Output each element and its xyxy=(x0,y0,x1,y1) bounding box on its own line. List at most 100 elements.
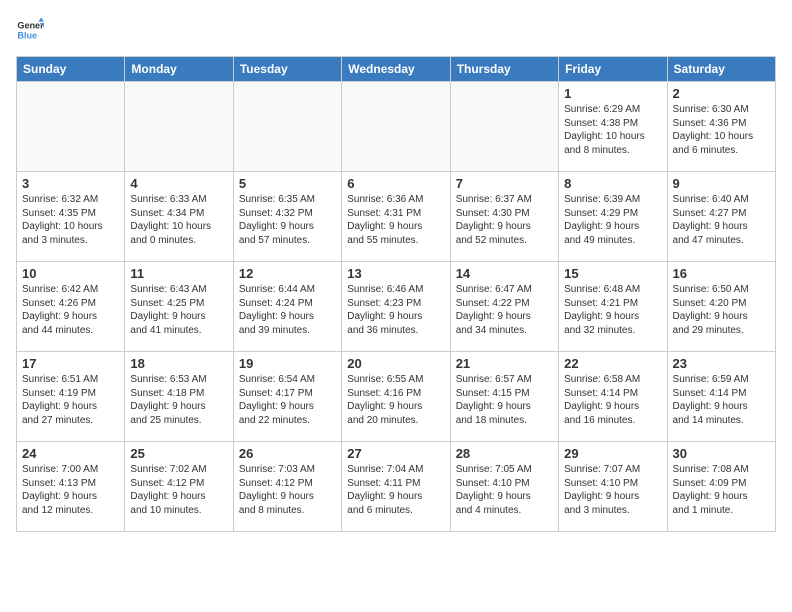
calendar-cell: 16 Sunrise: 6:50 AM Sunset: 4:20 PM Dayli… xyxy=(667,262,775,352)
day-info: Sunrise: 6:48 AM Sunset: 4:21 PM Dayligh… xyxy=(564,283,661,337)
col-header-monday: Monday xyxy=(125,57,233,82)
day-info: Sunrise: 6:43 AM Sunset: 4:25 PM Dayligh… xyxy=(130,283,227,337)
day-info: Sunrise: 6:42 AM Sunset: 4:26 PM Dayligh… xyxy=(22,283,119,337)
calendar-cell: 12 Sunrise: 6:44 AM Sunset: 4:24 PM Dayli… xyxy=(233,262,341,352)
day-info: Sunrise: 6:54 AM Sunset: 4:17 PM Dayligh… xyxy=(239,373,336,427)
day-number: 11 xyxy=(130,266,227,281)
calendar-cell: 23Sunrise: 6:59 AM Sunset: 4:14 PM Dayli… xyxy=(667,352,775,442)
day-number: 1 xyxy=(564,86,661,101)
day-info: Sunrise: 6:33 AM Sunset: 4:34 PM Dayligh… xyxy=(130,193,227,247)
day-info: Sunrise: 6:50 AM Sunset: 4:20 PM Dayligh… xyxy=(673,283,770,337)
day-number: 15 xyxy=(564,266,661,281)
day-info: Sunrise: 6:39 AM Sunset: 4:29 PM Dayligh… xyxy=(564,193,661,247)
day-number: 25 xyxy=(130,446,227,461)
day-info: Sunrise: 7:08 AM Sunset: 4:09 PM Dayligh… xyxy=(673,463,770,517)
day-number: 10 xyxy=(22,266,119,281)
day-number: 26 xyxy=(239,446,336,461)
day-info: Sunrise: 6:30 AM Sunset: 4:36 PM Dayligh… xyxy=(673,103,770,157)
col-header-wednesday: Wednesday xyxy=(342,57,450,82)
calendar-cell xyxy=(125,82,233,172)
day-info: Sunrise: 7:03 AM Sunset: 4:12 PM Dayligh… xyxy=(239,463,336,517)
calendar-cell xyxy=(450,82,558,172)
col-header-friday: Friday xyxy=(559,57,667,82)
col-header-tuesday: Tuesday xyxy=(233,57,341,82)
calendar-cell: 19Sunrise: 6:54 AM Sunset: 4:17 PM Dayli… xyxy=(233,352,341,442)
calendar-cell: 5 Sunrise: 6:35 AM Sunset: 4:32 PM Daylig… xyxy=(233,172,341,262)
day-number: 30 xyxy=(673,446,770,461)
day-info: Sunrise: 6:57 AM Sunset: 4:15 PM Dayligh… xyxy=(456,373,553,427)
day-info: Sunrise: 7:05 AM Sunset: 4:10 PM Dayligh… xyxy=(456,463,553,517)
calendar-cell: 14 Sunrise: 6:47 AM Sunset: 4:22 PM Dayli… xyxy=(450,262,558,352)
calendar-cell: 22Sunrise: 6:58 AM Sunset: 4:14 PM Dayli… xyxy=(559,352,667,442)
day-number: 2 xyxy=(673,86,770,101)
day-info: Sunrise: 6:44 AM Sunset: 4:24 PM Dayligh… xyxy=(239,283,336,337)
calendar-cell: 6Sunrise: 6:36 AM Sunset: 4:31 PM Daylig… xyxy=(342,172,450,262)
col-header-thursday: Thursday xyxy=(450,57,558,82)
calendar-cell: 3 Sunrise: 6:32 AM Sunset: 4:35 PM Daylig… xyxy=(17,172,125,262)
calendar-cell: 26 Sunrise: 7:03 AM Sunset: 4:12 PM Dayli… xyxy=(233,442,341,532)
day-number: 5 xyxy=(239,176,336,191)
calendar-cell xyxy=(342,82,450,172)
day-info: Sunrise: 7:02 AM Sunset: 4:12 PM Dayligh… xyxy=(130,463,227,517)
calendar-cell: 25 Sunrise: 7:02 AM Sunset: 4:12 PM Dayli… xyxy=(125,442,233,532)
calendar-cell: 11 Sunrise: 6:43 AM Sunset: 4:25 PM Dayli… xyxy=(125,262,233,352)
day-number: 28 xyxy=(456,446,553,461)
day-number: 8 xyxy=(564,176,661,191)
calendar-table: SundayMondayTuesdayWednesdayThursdayFrid… xyxy=(16,56,776,532)
day-number: 13 xyxy=(347,266,444,281)
page-header: General Blue xyxy=(16,16,776,44)
calendar-cell: 29Sunrise: 7:07 AM Sunset: 4:10 PM Dayli… xyxy=(559,442,667,532)
calendar-cell: 28 Sunrise: 7:05 AM Sunset: 4:10 PM Dayli… xyxy=(450,442,558,532)
calendar-week-4: 17Sunrise: 6:51 AM Sunset: 4:19 PM Dayli… xyxy=(17,352,776,442)
day-number: 23 xyxy=(673,356,770,371)
logo-icon: General Blue xyxy=(16,16,44,44)
col-header-saturday: Saturday xyxy=(667,57,775,82)
day-number: 14 xyxy=(456,266,553,281)
day-info: Sunrise: 6:40 AM Sunset: 4:27 PM Dayligh… xyxy=(673,193,770,247)
svg-text:General: General xyxy=(17,21,44,31)
day-number: 7 xyxy=(456,176,553,191)
day-number: 16 xyxy=(673,266,770,281)
day-info: Sunrise: 6:46 AM Sunset: 4:23 PM Dayligh… xyxy=(347,283,444,337)
day-number: 9 xyxy=(673,176,770,191)
calendar-cell: 17Sunrise: 6:51 AM Sunset: 4:19 PM Dayli… xyxy=(17,352,125,442)
day-number: 27 xyxy=(347,446,444,461)
calendar-cell: 27 Sunrise: 7:04 AM Sunset: 4:11 PM Dayli… xyxy=(342,442,450,532)
day-info: Sunrise: 6:32 AM Sunset: 4:35 PM Dayligh… xyxy=(22,193,119,247)
calendar-cell: 15 Sunrise: 6:48 AM Sunset: 4:21 PM Dayli… xyxy=(559,262,667,352)
day-number: 12 xyxy=(239,266,336,281)
calendar-cell: 2 Sunrise: 6:30 AM Sunset: 4:36 PM Daylig… xyxy=(667,82,775,172)
calendar-cell: 18 Sunrise: 6:53 AM Sunset: 4:18 PM Dayli… xyxy=(125,352,233,442)
calendar-cell: 9 Sunrise: 6:40 AM Sunset: 4:27 PM Daylig… xyxy=(667,172,775,262)
calendar-cell: 13 Sunrise: 6:46 AM Sunset: 4:23 PM Dayli… xyxy=(342,262,450,352)
calendar-week-2: 3 Sunrise: 6:32 AM Sunset: 4:35 PM Daylig… xyxy=(17,172,776,262)
day-number: 24 xyxy=(22,446,119,461)
day-info: Sunrise: 7:00 AM Sunset: 4:13 PM Dayligh… xyxy=(22,463,119,517)
calendar-cell: 4 Sunrise: 6:33 AM Sunset: 4:34 PM Daylig… xyxy=(125,172,233,262)
calendar-week-3: 10 Sunrise: 6:42 AM Sunset: 4:26 PM Dayli… xyxy=(17,262,776,352)
svg-text:Blue: Blue xyxy=(17,30,37,40)
day-info: Sunrise: 6:35 AM Sunset: 4:32 PM Dayligh… xyxy=(239,193,336,247)
day-number: 3 xyxy=(22,176,119,191)
calendar-cell: 1 Sunrise: 6:29 AM Sunset: 4:38 PM Daylig… xyxy=(559,82,667,172)
day-number: 20 xyxy=(347,356,444,371)
day-info: Sunrise: 6:58 AM Sunset: 4:14 PM Dayligh… xyxy=(564,373,661,427)
logo: General Blue xyxy=(16,16,48,44)
calendar-cell: 20 Sunrise: 6:55 AM Sunset: 4:16 PM Dayli… xyxy=(342,352,450,442)
day-number: 21 xyxy=(456,356,553,371)
day-number: 4 xyxy=(130,176,227,191)
day-number: 29 xyxy=(564,446,661,461)
day-info: Sunrise: 6:53 AM Sunset: 4:18 PM Dayligh… xyxy=(130,373,227,427)
day-info: Sunrise: 6:36 AM Sunset: 4:31 PM Dayligh… xyxy=(347,193,444,247)
calendar-cell: 7Sunrise: 6:37 AM Sunset: 4:30 PM Daylig… xyxy=(450,172,558,262)
day-info: Sunrise: 6:55 AM Sunset: 4:16 PM Dayligh… xyxy=(347,373,444,427)
day-info: Sunrise: 6:47 AM Sunset: 4:22 PM Dayligh… xyxy=(456,283,553,337)
day-info: Sunrise: 7:04 AM Sunset: 4:11 PM Dayligh… xyxy=(347,463,444,517)
calendar-week-5: 24 Sunrise: 7:00 AM Sunset: 4:13 PM Dayli… xyxy=(17,442,776,532)
calendar-cell xyxy=(17,82,125,172)
calendar-cell: 30 Sunrise: 7:08 AM Sunset: 4:09 PM Dayli… xyxy=(667,442,775,532)
day-info: Sunrise: 6:29 AM Sunset: 4:38 PM Dayligh… xyxy=(564,103,661,157)
day-number: 18 xyxy=(130,356,227,371)
calendar-cell xyxy=(233,82,341,172)
calendar-week-1: 1 Sunrise: 6:29 AM Sunset: 4:38 PM Daylig… xyxy=(17,82,776,172)
